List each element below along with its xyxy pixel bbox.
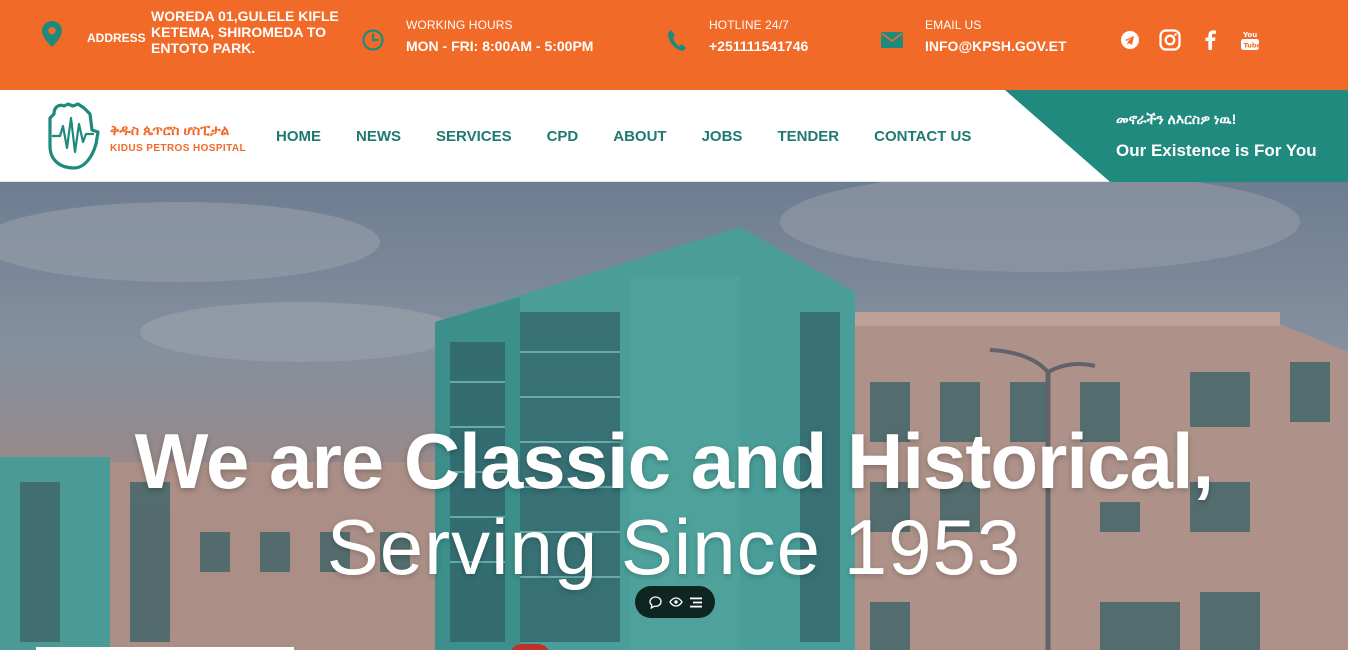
nav-tender[interactable]: TENDER [777,128,839,145]
nav-about[interactable]: ABOUT [613,128,666,145]
hotline-value[interactable]: +251111541746 [709,38,808,54]
tagline-amharic: መኖራችን ለእርስዎ ነዉ! [1116,111,1237,127]
tagline-english: Our Existence is For You [1116,141,1317,160]
svg-text:Tube: Tube [1244,42,1260,50]
eye-icon[interactable] [668,597,683,607]
phone-icon [665,28,689,52]
list-icon[interactable] [689,597,702,608]
hero-title: We are Classic and Historical, [134,417,1214,505]
nav-news[interactable]: NEWS [356,128,401,145]
envelope-icon [880,28,904,52]
hospital-logo[interactable]: ቅዱስ ጴጥሮስ ሆስፒታል KIDUS PETROS HOSPITAL [46,100,246,175]
main-menu: HOME NEWS SERVICES CPD ABOUT JOBS TENDER… [276,128,1006,145]
logo-english-name: KIDUS PETROS HOSPITAL [110,142,247,154]
email-value[interactable]: INFO@KPSH.GOV.ET [925,38,1067,54]
top-info-bar: ADDRESS WOREDA 01,GULELE KIFLE KETEMA, S… [0,0,1348,90]
floating-widget-bar [635,586,715,618]
nav-contact-us[interactable]: CONTACT US [874,128,971,145]
hand-heartbeat-logo-icon [46,100,100,175]
nav-jobs[interactable]: JOBS [702,128,743,145]
address-block [40,21,64,47]
nav-cpd[interactable]: CPD [547,128,579,145]
chat-bubble-icon[interactable] [648,595,662,609]
hotline-label: HOTLINE 24/7 [709,18,789,32]
clock-icon [361,28,385,52]
svg-text:You: You [1242,31,1257,39]
map-pin-icon [40,21,64,47]
hero-subtitle: Serving Since 1953 [326,503,1022,591]
youtube-icon[interactable]: You Tube [1238,28,1262,52]
nav-home[interactable]: HOME [276,128,321,145]
logo-amharic-name: ቅዱስ ጴጥሮስ ሆስፒታል [110,121,230,138]
hero-bottom-badge [510,644,550,650]
hours-value: MON - FRI: 8:00AM - 5:00PM [406,38,594,54]
facebook-icon[interactable] [1198,28,1222,52]
nav-services[interactable]: SERVICES [436,128,512,145]
email-label: EMAIL US [925,18,982,32]
instagram-icon[interactable] [1158,28,1182,52]
hours-label: WORKING HOURS [406,18,513,32]
telegram-icon[interactable] [1118,28,1142,52]
hero-banner: We are Classic and Historical, Serving S… [0,182,1348,650]
address-value: WOREDA 01,GULELE KIFLE KETEMA, SHIROMEDA… [151,8,339,56]
address-label: ADDRESS [87,31,146,45]
